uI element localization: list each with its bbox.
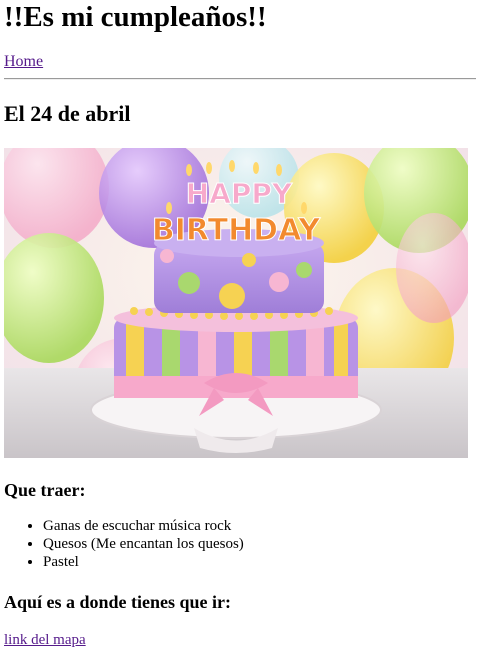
where-to-go-heading: Aquí es a donde tienes que ir: <box>4 592 232 612</box>
list-item: Pastel <box>43 553 244 571</box>
what-to-bring-heading: Que traer: <box>4 480 86 500</box>
cake-topper-birthday: BIRTHDAY <box>152 213 322 248</box>
home-link[interactable]: Home <box>4 53 43 71</box>
divider <box>4 78 476 80</box>
cake-illustration: HAPPY BIRTHDAY <box>4 148 468 458</box>
cake-topper-happy: HAPPY <box>186 177 293 210</box>
page-title: !!Es mi cumpleaños!! <box>4 1 267 33</box>
map-link[interactable]: link del mapa <box>4 631 86 649</box>
birthday-cake-image: HAPPY BIRTHDAY <box>4 148 468 458</box>
list-item: Quesos (Me encantan los quesos) <box>43 535 244 553</box>
items-list: Ganas de escuchar música rock Quesos (Me… <box>4 517 244 571</box>
list-item: Ganas de escuchar música rock <box>43 517 244 535</box>
date-heading: El 24 de abril <box>4 101 131 126</box>
